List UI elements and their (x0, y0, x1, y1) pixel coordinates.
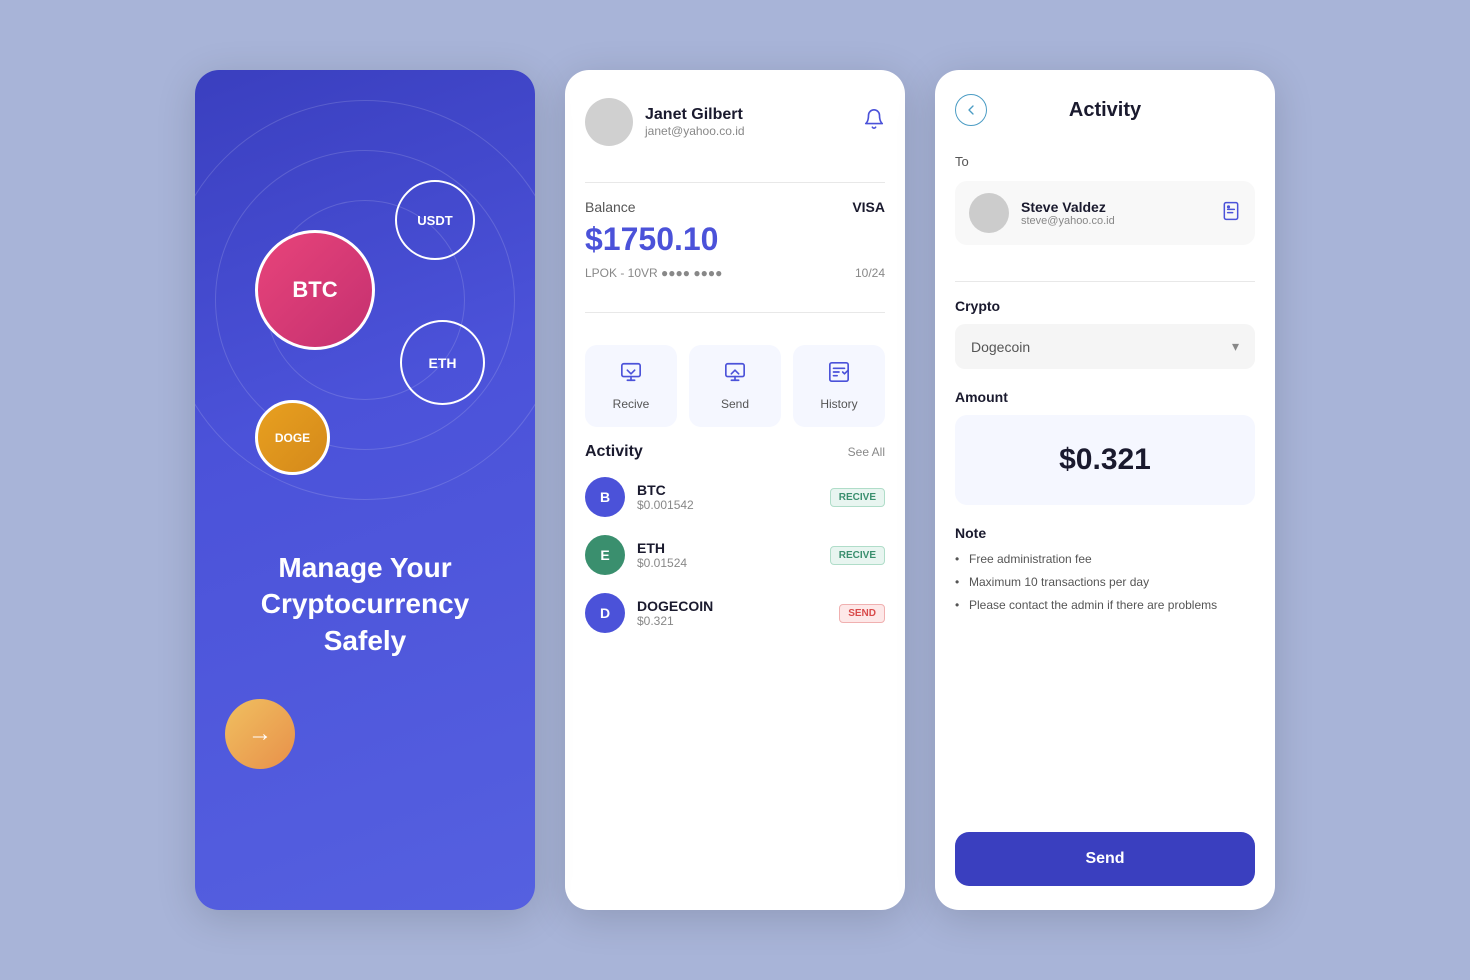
recipient-name: Steve Valdez (1021, 199, 1115, 215)
tx-badge-doge: SEND (839, 604, 885, 623)
list-item: Free administration fee (955, 551, 1255, 568)
coin-eth: ETH (400, 320, 485, 405)
recipient-avatar (969, 193, 1009, 233)
tx-left-btc: B BTC $0.001542 (585, 477, 694, 517)
action-buttons: Recive Send (585, 345, 885, 427)
activity-page-title: Activity (1069, 99, 1141, 122)
note-label: Note (955, 525, 1255, 541)
divider-3 (955, 281, 1255, 282)
crypto-value: Dogecoin (971, 339, 1030, 355)
divider-1 (585, 182, 885, 183)
card-info: LPOK - 10VR ●●●● ●●●● 10/24 (585, 266, 885, 280)
balance-section: Balance VISA $1750.10 LPOK - 10VR ●●●● ●… (585, 199, 885, 280)
tx-badge-eth: RECIVE (830, 546, 885, 565)
tx-details-eth: ETH $0.01524 (637, 540, 687, 570)
tx-icon-doge: D (585, 593, 625, 633)
balance-header: Balance VISA (585, 199, 885, 215)
tx-name-eth: ETH (637, 540, 687, 556)
tx-name-btc: BTC (637, 482, 694, 498)
send-button[interactable]: Send (689, 345, 781, 427)
amount-value: $0.321 (1059, 443, 1151, 476)
note-list: Free administration fee Maximum 10 trans… (955, 551, 1255, 613)
amount-box[interactable]: $0.321 (955, 415, 1255, 505)
profile-info: Janet Gilbert janet@yahoo.co.id (585, 98, 745, 146)
activity-section-header: Activity See All (585, 443, 885, 461)
profile-email: janet@yahoo.co.id (645, 124, 745, 138)
recipient-info: Steve Valdez steve@yahoo.co.id (969, 193, 1115, 233)
tx-name-doge: DOGECOIN (637, 598, 713, 614)
screen-dashboard: Janet Gilbert janet@yahoo.co.id Balance … (565, 70, 905, 910)
send-submit-button[interactable]: Send (955, 832, 1255, 886)
chevron-down-icon: ▾ (1232, 338, 1239, 355)
recipient-email: steve@yahoo.co.id (1021, 215, 1115, 227)
activity-nav: Activity (955, 94, 1255, 126)
receive-icon (620, 361, 642, 389)
coin-usdt: USDT (395, 180, 475, 260)
address-book-icon[interactable] (1221, 201, 1241, 226)
card-expiry: 10/24 (855, 266, 885, 280)
screen-activity: Activity To Steve Valdez steve@yahoo.co.… (935, 70, 1275, 910)
user-avatar (585, 98, 633, 146)
table-row: E ETH $0.01524 RECIVE (585, 535, 885, 575)
tx-details-doge: DOGECOIN $0.321 (637, 598, 713, 628)
balance-amount: $1750.10 (585, 221, 885, 258)
profile-details: Janet Gilbert janet@yahoo.co.id (645, 106, 745, 138)
card-number: LPOK - 10VR ●●●● ●●●● (585, 266, 722, 280)
history-label: History (820, 397, 857, 411)
list-item: Please contact the admin if there are pr… (955, 597, 1255, 614)
receive-label: Recive (613, 397, 650, 411)
history-icon (828, 361, 850, 389)
table-row: D DOGECOIN $0.321 SEND (585, 593, 885, 633)
notification-bell-icon[interactable] (863, 108, 885, 136)
list-item: Maximum 10 transactions per day (955, 574, 1255, 591)
activity-title: Activity (585, 443, 643, 461)
tx-amount-btc: $0.001542 (637, 498, 694, 512)
transaction-list: B BTC $0.001542 RECIVE E ETH $0.01524 RE… (585, 477, 885, 651)
profile-name: Janet Gilbert (645, 106, 745, 124)
tx-left-eth: E ETH $0.01524 (585, 535, 687, 575)
get-started-button[interactable]: → (225, 699, 295, 769)
crypto-label: Crypto (955, 298, 1255, 314)
history-button[interactable]: History (793, 345, 885, 427)
recipient-card: Steve Valdez steve@yahoo.co.id (955, 181, 1255, 245)
to-label: To (955, 154, 1255, 169)
tx-details-btc: BTC $0.001542 (637, 482, 694, 512)
crypto-dropdown[interactable]: Dogecoin ▾ (955, 324, 1255, 369)
tx-amount-doge: $0.321 (637, 614, 713, 628)
note-section: Note Free administration fee Maximum 10 … (955, 525, 1255, 619)
amount-label: Amount (955, 389, 1255, 405)
landing-headline: Manage Your Cryptocurrency Safely (225, 550, 505, 659)
tx-badge-btc: RECIVE (830, 488, 885, 507)
coin-btc: BTC (255, 230, 375, 350)
send-icon (724, 361, 746, 389)
visa-label: VISA (852, 199, 885, 215)
table-row: B BTC $0.001542 RECIVE (585, 477, 885, 517)
landing-text: Manage Your Cryptocurrency Safely → (195, 550, 535, 769)
receive-button[interactable]: Recive (585, 345, 677, 427)
tx-amount-eth: $0.01524 (637, 556, 687, 570)
coin-doge: DOGE (255, 400, 330, 475)
profile-header: Janet Gilbert janet@yahoo.co.id (585, 98, 885, 146)
recipient-details: Steve Valdez steve@yahoo.co.id (1021, 199, 1115, 227)
divider-2 (585, 312, 885, 313)
send-label: Send (721, 397, 749, 411)
see-all-link[interactable]: See All (848, 445, 885, 459)
crypto-circles: BTC USDT ETH DOGE (195, 70, 535, 530)
balance-label: Balance (585, 199, 636, 215)
tx-icon-eth: E (585, 535, 625, 575)
screen-landing: BTC USDT ETH DOGE Manage Your Cryptocurr… (195, 70, 535, 910)
tx-left-doge: D DOGECOIN $0.321 (585, 593, 713, 633)
tx-icon-btc: B (585, 477, 625, 517)
back-button[interactable] (955, 94, 987, 126)
